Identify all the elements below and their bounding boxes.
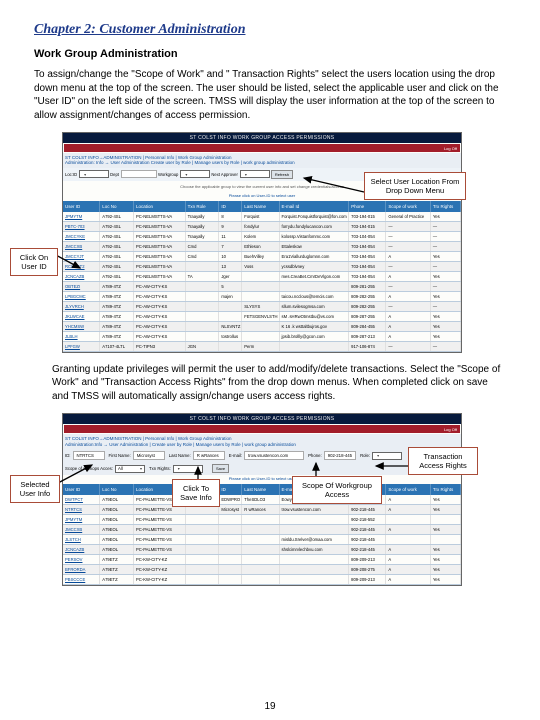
- userid-link[interactable]: NTRTCS: [65, 507, 82, 512]
- table-row: PERSOVA79ETZPC-KW-CITY-KZ809-209-213AYes: [63, 555, 461, 565]
- annotation-scope-work: Scope Of Workgroup Access: [292, 476, 382, 504]
- userid-link[interactable]: BFRORDA: [65, 567, 85, 572]
- page-number: 19: [0, 701, 540, 712]
- userid-link[interactable]: JLYVRCH: [65, 304, 84, 309]
- table-row: OBTEZIA789-4TZPC-AW-CITY-KS5809-281-255—…: [63, 282, 461, 292]
- table-row: JPMYTMA79EOLPC-PALMETTE-VS902-218-552: [63, 515, 461, 525]
- location-select[interactable]: [79, 170, 109, 178]
- userid-link[interactable]: PBTC-703: [65, 224, 85, 229]
- table-row: DWTPCTA79EOLPC-PALMETTE-VSEDWPROTheSDLO3…: [63, 495, 461, 505]
- table-row: JMCCXBA79EOLPC-PALMETTE-VS902-218-445AYe…: [63, 525, 461, 535]
- screenshot-2: ST COLST INFO WORK GROUP ACCESS PERMISSI…: [62, 413, 462, 586]
- table-row: JLBLHA789-4TZPC-AW-CITY-KStostrollusjpsi…: [63, 332, 461, 342]
- app-header: ST COLST INFO WORK GROUP ACCESS PERMISSI…: [190, 135, 335, 141]
- arrow-icon: [300, 174, 370, 196]
- arrow-icon: [374, 459, 412, 473]
- table-row: NTRTCSA79EOLPC-PALMETTE-VSMicrosystR wRa…: [63, 505, 461, 515]
- table-row: RCLNOT2A792-4SLPC-NELMSTTS-VA13Vossycssd…: [63, 262, 461, 272]
- refresh-button[interactable]: Refresh: [271, 170, 293, 179]
- workgroup-select[interactable]: [180, 170, 210, 178]
- table-row: JMCCYJTA792-4SLPC-NELMSTTS-VACmd10BuehVi…: [63, 252, 461, 262]
- userid-link[interactable]: JLBLH: [65, 334, 78, 339]
- userid-link[interactable]: PERSOV: [65, 557, 82, 562]
- userid-link[interactable]: JLSTCH: [65, 537, 81, 542]
- save-button[interactable]: Save: [212, 464, 229, 473]
- breadcrumb: ST COLST INFO→ADMINISTRATION | Personnal…: [63, 153, 461, 168]
- breadcrumb: ST COLST INFO→ADMINISTRATION | Personnal…: [63, 434, 461, 449]
- next-approver-select[interactable]: [240, 170, 270, 178]
- annotation-select-location: Select User Location From Drop Down Menu: [364, 172, 466, 200]
- table-row: JLYVRCHA789-4TZPC-AW-CITY-KSSLYSYSsllum.…: [63, 302, 461, 312]
- userid-link[interactable]: JCNCAZB: [65, 274, 84, 279]
- table-row: BFRORDAA79ETZPC-KW-CITY-KZ809-208-275AYe…: [63, 565, 461, 575]
- userid-link[interactable]: PBSCCCE: [65, 577, 85, 582]
- arrow-icon: [54, 248, 84, 273]
- scope-select[interactable]: All: [115, 465, 145, 473]
- table-row: YHCMSWA789-4TZPC-AW-CITY-KSNLSVNTZK 16 .…: [63, 322, 461, 332]
- annotation-selected-user: Selected User Info: [10, 475, 60, 503]
- userid-link[interactable]: LPBGCMC: [65, 294, 86, 299]
- table-row: JMCCYKEA792-4SLPC-NELMSTTS-VATraayally11…: [63, 232, 461, 242]
- userid-link[interactable]: JPMYTM: [65, 214, 82, 219]
- userid-link[interactable]: JPMYTM: [65, 517, 82, 522]
- table-row: JCNCAZBA792-4SLPC-NELMSTTS-VATAJgermes.C…: [63, 272, 461, 282]
- userid-link[interactable]: JMCCXB: [65, 527, 82, 532]
- table-row: PBSCCCEA79ETZPC-KW-CITY-KZ809-209-213AYe…: [63, 575, 461, 585]
- paragraph-1: To assign/change the "Scope of Work" and…: [34, 68, 506, 122]
- userid-link[interactable]: JKLWCAE: [65, 314, 84, 319]
- userid-link[interactable]: LPFGW: [65, 344, 80, 349]
- table-row: JCNCAZBA79EOLPC-PALMETTE-VSshslcimrvlech…: [63, 545, 461, 555]
- userid-link[interactable]: JCNCAZB: [65, 547, 84, 552]
- table-row: LPFGWA7107-4LTLPC-TIPN3JGNPerm917-106-87…: [63, 342, 461, 352]
- click-hint: Please click on User-ID to select user: [63, 475, 461, 484]
- screenshot-1: ST COLST INFO WORK GROUP ACCESS PERMISSI…: [62, 132, 462, 353]
- userid-link[interactable]: OBTEZI: [65, 284, 80, 289]
- logoff-link[interactable]: Log Off: [444, 427, 460, 432]
- section-title: Work Group Administration: [34, 48, 506, 60]
- annotation-click-userid: Click On User ID: [10, 248, 58, 276]
- table-row: JLSTCHA79EOLPC-PALMETTE-VSmisldu.Srelver…: [63, 535, 461, 545]
- annotation-txn-rights: Transaction Access Rights: [408, 447, 478, 475]
- arrow-icon: [58, 463, 96, 487]
- chapter-title: Chapter 2: Customer Administration: [34, 22, 506, 38]
- table-row: JKLWCAEA789-4TZPC-AW-CITY-KSFETSGENVLSTH…: [63, 312, 461, 322]
- paragraph-2: Granting update privileges will permit t…: [52, 363, 506, 404]
- userid-link[interactable]: DWTPCT: [65, 497, 83, 502]
- app-header: ST COLST INFO WORK GROUP ACCESS PERMISSI…: [190, 416, 335, 422]
- userid-display: NTRTCS: [73, 451, 105, 460]
- table-row: JMCCXBA792-4SLPC-NELMSTTS-VACmd7Ethleson…: [63, 242, 461, 252]
- table-row: PBTC-703A792-4SLPC-NELMSTTS-VATraayally9…: [63, 222, 461, 232]
- annotation-click-save: Click To Save Info: [172, 479, 220, 507]
- userid-link[interactable]: JMCCYKE: [65, 234, 85, 239]
- table-row: LPBGCMCA789-4TZPC-AW-CITY-KSmajentaicou.…: [63, 292, 461, 302]
- logoff-link[interactable]: Log Off: [444, 146, 460, 151]
- table-header: User IDLoc No LocationTxn Role IDLast Na…: [63, 201, 461, 212]
- table-header: User IDLoc No LocationTxn Role IDLast Na…: [63, 484, 461, 495]
- table-row: JPMYTMA792-4SLPC-NELMSTTS-VATraayally8Fo…: [63, 212, 461, 222]
- userid-link[interactable]: YHCMSW: [65, 324, 84, 329]
- dept-input[interactable]: [121, 170, 157, 178]
